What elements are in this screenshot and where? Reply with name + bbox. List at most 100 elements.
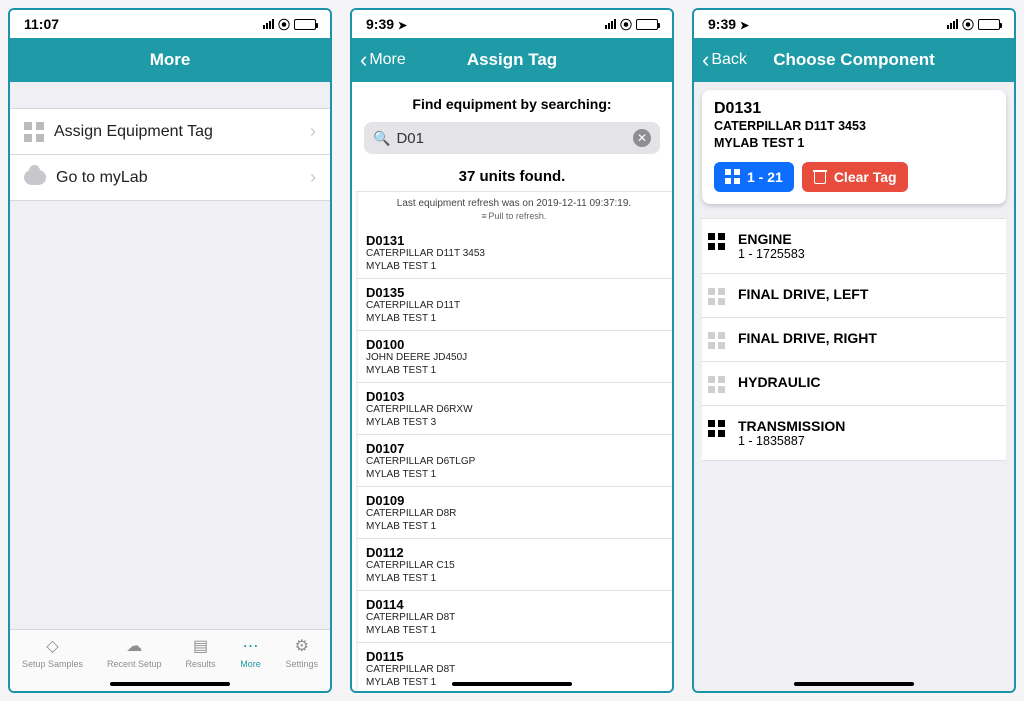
- qr-icon: [708, 376, 725, 393]
- signal-icon: [263, 19, 274, 29]
- status-bar: 11:07 ⦿: [10, 10, 330, 38]
- navbar: ‹ Back Choose Component: [694, 38, 1014, 82]
- chevron-left-icon: ‹: [702, 49, 709, 71]
- qr-icon: [708, 288, 725, 305]
- clear-search-button[interactable]: ✕: [633, 129, 651, 147]
- wifi-icon: ⦿: [278, 16, 290, 33]
- tab-results[interactable]: ▤Results: [186, 636, 216, 669]
- unit-id: D0114: [366, 597, 662, 612]
- component-row[interactable]: HYDRAULIC: [702, 362, 1006, 406]
- unit-row[interactable]: D0107CATERPILLAR D6TLGPMYLAB TEST 1: [356, 435, 672, 487]
- signal-icon: [947, 19, 958, 29]
- search-prompt: Find equipment by searching:: [352, 82, 672, 122]
- tab-label: Setup Samples: [22, 659, 83, 669]
- unit-desc: CATERPILLAR D11T: [366, 300, 662, 313]
- status-bar: 9:39 ➤ ⦿: [352, 10, 672, 38]
- chevron-right-icon: ›: [310, 121, 316, 142]
- assign-body: Find equipment by searching: 🔍 D01 ✕ 37 …: [352, 82, 672, 691]
- tab-settings[interactable]: ⚙ Settings: [285, 636, 318, 669]
- row-label: Assign Equipment Tag: [54, 123, 213, 141]
- battery-icon: [978, 19, 1000, 30]
- unit-desc: CATERPILLAR D6TLGP: [366, 456, 662, 469]
- unit-site: MYLAB TEST 1: [366, 469, 662, 482]
- search-field[interactable]: 🔍 D01 ✕: [364, 122, 660, 154]
- qr-icon: [725, 169, 740, 184]
- status-time: 9:39: [366, 16, 394, 32]
- component-row[interactable]: FINAL DRIVE, RIGHT: [702, 318, 1006, 362]
- unit-id: D0131: [366, 233, 662, 248]
- qr-icon: [708, 233, 725, 250]
- tab-more[interactable]: ⋯More: [240, 636, 262, 669]
- unit-row[interactable]: D0103CATERPILLAR D6RXWMYLAB TEST 3: [356, 383, 672, 435]
- search-icon: 🔍: [373, 130, 390, 147]
- clear-tag-button[interactable]: Clear Tag: [802, 162, 908, 192]
- battery-icon: [636, 19, 658, 30]
- unit-row[interactable]: D0100JOHN DEERE JD450JMYLAB TEST 1: [356, 331, 672, 383]
- unit-id: D0107: [366, 441, 662, 456]
- unit-site: MYLAB TEST 1: [366, 313, 662, 326]
- status-bar: 9:39 ➤ ⦿: [694, 10, 1014, 38]
- tab-recent-setup[interactable]: ☁Recent Setup: [107, 636, 162, 669]
- component-name: ENGINE: [738, 231, 805, 247]
- nav-title: Assign Tag: [467, 50, 557, 70]
- unit-desc: CATERPILLAR D8R: [366, 508, 662, 521]
- results-list[interactable]: Last equipment refresh was on 2019-12-11…: [356, 191, 672, 691]
- unit-site: MYLAB TEST 1: [366, 365, 662, 378]
- pull-to-refresh: ≡ Pull to refresh.: [356, 211, 672, 227]
- component-tag: 1 - 1725583: [738, 247, 805, 261]
- unit-desc: CATERPILLAR C15: [366, 560, 662, 573]
- signal-icon: [605, 19, 616, 29]
- back-label: Back: [711, 51, 747, 69]
- row-label: Go to myLab: [56, 169, 148, 187]
- tab-label: Settings: [285, 659, 318, 669]
- home-indicator: [794, 682, 914, 686]
- unit-row[interactable]: D0114CATERPILLAR D8TMYLAB TEST 1: [356, 591, 672, 643]
- unit-row[interactable]: D0112CATERPILLAR C15MYLAB TEST 1: [356, 539, 672, 591]
- tag-button-label: 1 - 21: [747, 169, 783, 185]
- trash-icon: [813, 170, 827, 184]
- equipment-site: MYLAB TEST 1: [714, 135, 994, 152]
- unit-site: MYLAB TEST 1: [366, 521, 662, 534]
- unit-desc: JOHN DEERE JD450J: [366, 352, 662, 365]
- nav-title: More: [150, 50, 191, 70]
- nav-title: Choose Component: [773, 50, 935, 70]
- location-icon: ➤: [398, 20, 407, 32]
- tab-setup-samples[interactable]: ◇Setup Samples: [22, 636, 83, 669]
- component-row[interactable]: ENGINE1 - 1725583: [702, 218, 1006, 274]
- equipment-id: D0131: [714, 100, 994, 118]
- back-label: More: [369, 51, 405, 69]
- location-icon: ➤: [740, 20, 749, 32]
- component-name: HYDRAULIC: [738, 374, 820, 390]
- unit-site: MYLAB TEST 3: [366, 417, 662, 430]
- unit-id: D0100: [366, 337, 662, 352]
- row-go-to-mylab[interactable]: Go to myLab ›: [10, 155, 330, 201]
- row-assign-equipment-tag[interactable]: Assign Equipment Tag ›: [10, 108, 330, 155]
- equipment-card: D0131 CATERPILLAR D11T 3453 MYLAB TEST 1…: [702, 90, 1006, 204]
- unit-row[interactable]: D0135CATERPILLAR D11TMYLAB TEST 1: [356, 279, 672, 331]
- search-query: D01: [396, 130, 627, 147]
- tab-icon: ⚙: [291, 636, 313, 656]
- chevron-left-icon: ‹: [360, 49, 367, 71]
- results-count: 37 units found.: [352, 154, 672, 191]
- status-time: 11:07: [24, 16, 59, 32]
- component-row[interactable]: FINAL DRIVE, LEFT: [702, 274, 1006, 318]
- back-button[interactable]: ‹ Back: [702, 38, 747, 82]
- screen-more: 11:07 ⦿ More Assign Equipment Tag › Go t…: [8, 8, 332, 693]
- more-body: Assign Equipment Tag › Go to myLab ›: [10, 82, 330, 629]
- component-list: ENGINE1 - 1725583 FINAL DRIVE, LEFT FINAL …: [702, 218, 1006, 461]
- component-name: FINAL DRIVE, LEFT: [738, 286, 868, 302]
- qr-icon: [708, 420, 725, 437]
- tab-label: Recent Setup: [107, 659, 162, 669]
- qr-icon: [708, 332, 725, 349]
- component-tag: 1 - 1835887: [738, 434, 845, 448]
- battery-icon: [294, 19, 316, 30]
- home-indicator: [110, 682, 230, 686]
- unit-row[interactable]: D0131CATERPILLAR D11T 3453MYLAB TEST 1: [356, 227, 672, 279]
- back-button[interactable]: ‹ More: [360, 38, 406, 82]
- unit-row[interactable]: D0109CATERPILLAR D8RMYLAB TEST 1: [356, 487, 672, 539]
- tag-button[interactable]: 1 - 21: [714, 162, 794, 192]
- component-row[interactable]: TRANSMISSION1 - 1835887: [702, 406, 1006, 461]
- tab-label: More: [240, 659, 261, 669]
- unit-desc: CATERPILLAR D8T: [366, 612, 662, 625]
- unit-id: D0135: [366, 285, 662, 300]
